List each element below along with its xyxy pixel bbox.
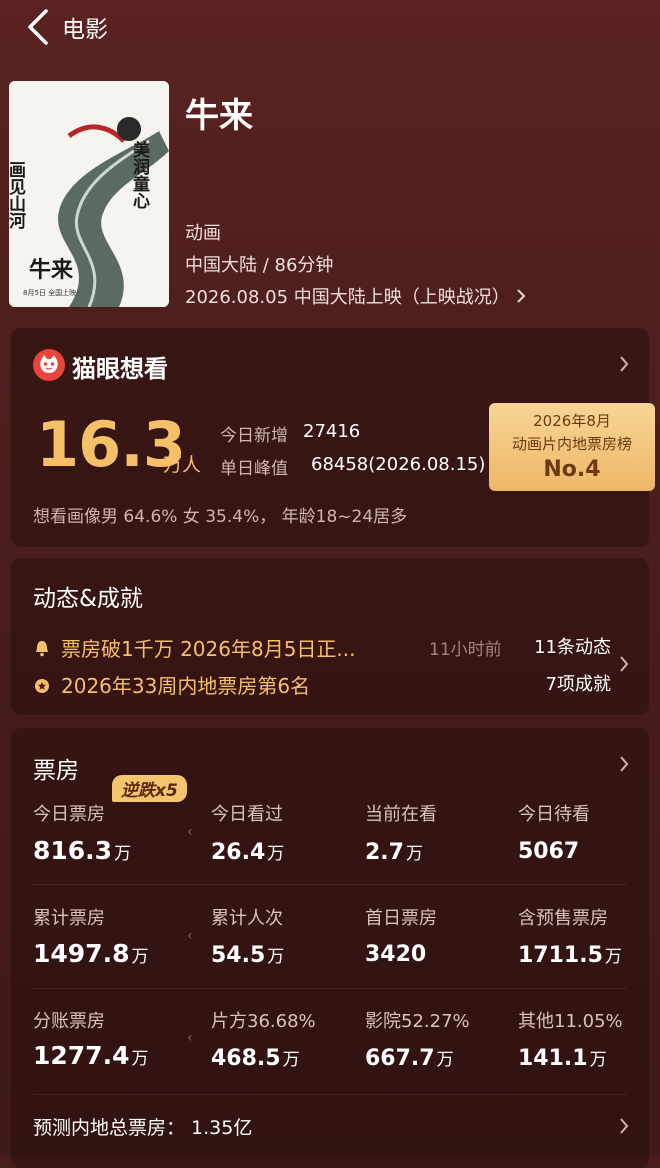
movie-title: 牛来 [185,96,253,136]
want-total-unit: 万人 [163,454,202,476]
dynamics-news-count[interactable]: 11条动态 [534,633,611,659]
divider-tick: ‹ [187,928,193,944]
bo-cell-value: 141.1 万 [518,1046,607,1071]
dynamics-achievement-text: 2026年33周内地票房第6名 [61,674,311,698]
rank-position: No.4 [543,457,601,482]
movie-region-duration: 中国大陆 / 86分钟 [185,255,334,276]
bell-icon [36,640,48,656]
chevron-right-icon[interactable] [619,1117,629,1135]
chevron-right-icon [517,289,526,303]
dynamics-news-row[interactable]: 票房破1千万 2026年8月5日正... [33,633,356,662]
dynamics-card[interactable]: 动态&成就 票房破1千万 2026年8月5日正... 11小时前 11条动态 2… [11,558,649,715]
bo-cell-value: 2.7 万 [365,840,423,865]
today-new-label: 今日新增 [220,426,288,446]
bo-cell-label: 累计票房 [33,908,105,929]
maoyan-cat-icon [33,349,65,381]
want-to-see-title: 猫眼想看 [72,355,168,383]
bo-cell-label: 片方36.68% [211,1011,316,1032]
dynamics-achievement-row[interactable]: 2026年33周内地票房第6名 [33,670,310,699]
bo-cell-value: 468.5 万 [211,1046,300,1071]
bo-cell-value: 26.4 万 [211,840,285,865]
rank-period: 2026年8月 [533,412,611,430]
top-bar: 电影 [0,0,660,52]
box-office-title: 票房 [33,758,79,784]
row-divider [33,988,627,989]
bo-cell-label: 含预售票房 [518,908,608,929]
bo-cell-value: 667.7 万 [365,1046,454,1071]
movie-genre: 动画 [185,223,221,244]
daily-peak-value: 68458(2026.08.15) [311,454,486,475]
bo-cell-label: 影院52.27% [365,1011,470,1032]
chevron-right-icon[interactable] [619,355,629,373]
divider-tick: ‹ [187,1030,193,1046]
bo-cell-label: 今日看过 [211,804,283,825]
dynamics-news-time: 11小时前 [429,640,502,660]
row-divider [33,1094,627,1095]
bo-cell-label: 分账票房 [33,1011,105,1032]
bo-cell-value: 3420 [365,942,427,967]
want-to-see-card[interactable]: 猫眼想看 16.3 万人 今日新增 27416 单日峰值 68458(2026.… [11,328,655,547]
chevron-right-icon[interactable] [619,655,629,673]
dynamics-title: 动态&成就 [33,586,143,612]
movie-release-link[interactable]: 2026.08.05 中国大陆上映（上映战况） [185,283,526,309]
bo-cell-label: 其他11.05% [518,1011,623,1032]
dynamics-achievement-count[interactable]: 7项成就 [546,670,611,696]
poster-title-text: 牛来 [29,257,74,283]
dynamics-news-text: 票房破1千万 2026年8月5日正... [61,637,356,661]
bo-cell-value: 816.3 万 [33,836,132,865]
bo-cell-value: 5067 [518,839,580,864]
movie-poster[interactable]: 画见山河 美润童心 牛来 8月5日 全国上映 [9,81,169,307]
divider-tick: ‹ [187,824,193,840]
forecast-total-box-office[interactable]: 预测内地总票房： 1.35亿 [33,1113,252,1140]
poster-right-text: 美润童心 [129,140,150,209]
poster-date-text: 8月5日 全国上映 [23,288,76,297]
medal-icon [35,678,49,693]
rank-category: 动画片内地票房榜 [511,435,632,453]
poster-left-text: 画见山河 [9,161,26,230]
bo-cell-label: 当前在看 [365,804,437,825]
back-arrow-icon[interactable] [24,8,52,46]
bo-cell-label: 首日票房 [365,908,437,929]
daily-peak-label: 单日峰值 [220,459,288,479]
bo-cell-label: 今日待看 [518,804,590,825]
back-label[interactable]: 电影 [62,10,108,44]
bo-cell-label: 累计人次 [211,908,283,929]
bo-cell-value: 1497.8 万 [33,939,149,968]
reverse-growth-tag: 逆跌x5 [112,775,187,802]
chevron-right-icon[interactable] [619,755,629,773]
bo-cell-value: 1711.5 万 [518,943,622,968]
box-office-card[interactable]: 票房 逆跌x5 今日票房 816.3 万 ‹ 今日看过 26.4 万 当前在看 2.… [11,728,649,1168]
rank-badge[interactable]: 2026年8月 动画片内地票房榜 No.4 [489,403,655,491]
bo-cell-label: 今日票房 [33,804,105,825]
bo-cell-value: 1277.4 万 [33,1041,149,1070]
audience-profile: 想看画像男 64.6% 女 35.4%， 年龄18~24居多 [33,507,408,527]
release-text[interactable]: 2026.08.05 中国大陆上映（上映战况） [185,283,510,309]
today-new-value: 27416 [303,421,361,442]
bo-cell-value: 54.5 万 [211,943,285,968]
row-divider [33,884,627,885]
